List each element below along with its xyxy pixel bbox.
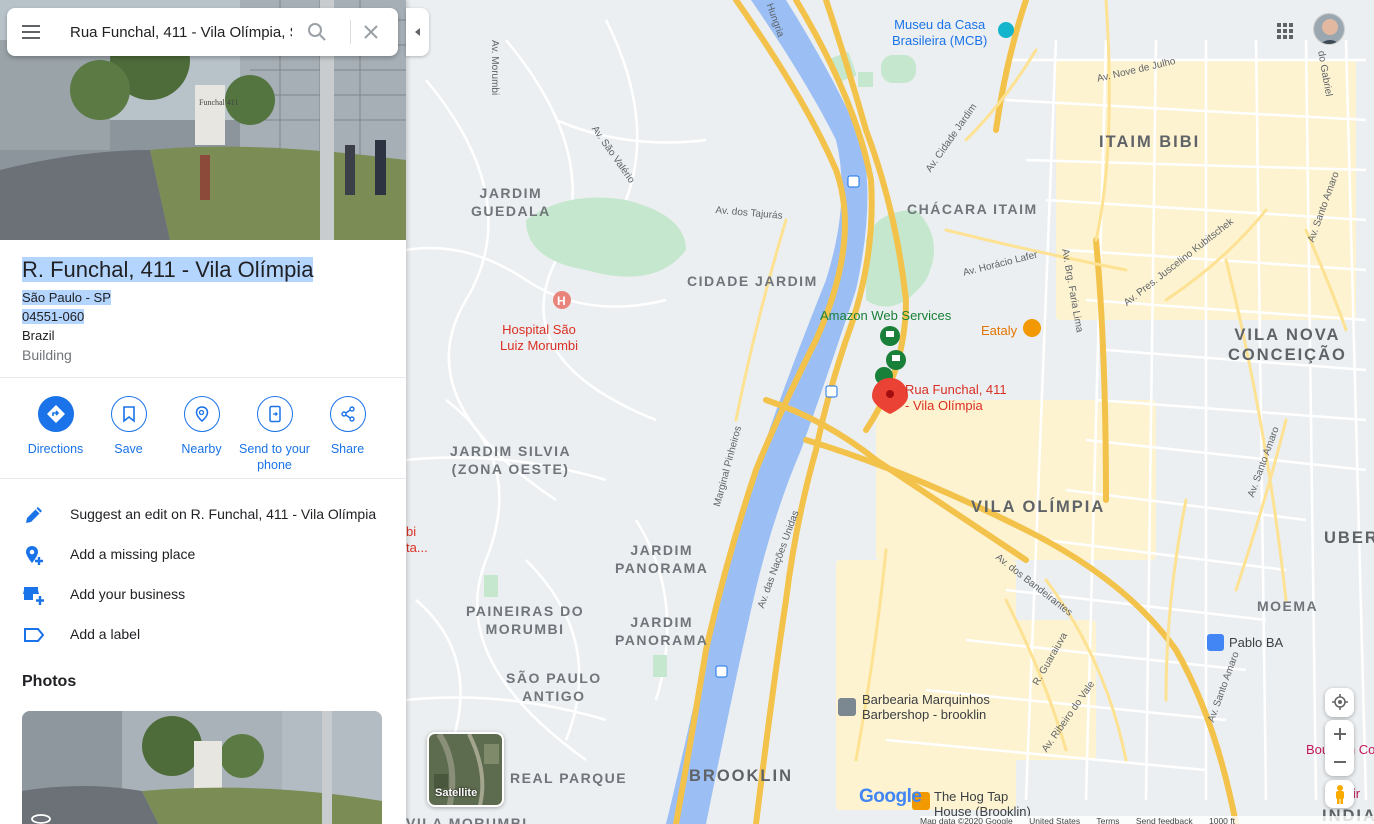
satellite-layer-button[interactable]: Satellite	[427, 732, 504, 807]
place-header: R. Funchal, 411 - Vila Olímpia São Paulo…	[22, 256, 392, 364]
minus-icon	[1333, 761, 1346, 763]
place-title: R. Funchal, 411 - Vila Olímpia	[22, 257, 314, 282]
add-label-label: Add a label	[70, 626, 141, 642]
label-icon	[24, 628, 45, 642]
send-to-phone-button[interactable]: Send to your phone	[238, 394, 311, 473]
share-icon	[340, 406, 355, 422]
add-missing-place-label: Add a missing place	[70, 546, 196, 562]
my-location-button[interactable]	[1325, 688, 1354, 716]
directions-icon	[46, 405, 65, 423]
add-business-row[interactable]: Add your business	[0, 575, 406, 615]
divider	[0, 478, 406, 479]
photos-heading: Photos	[22, 673, 77, 690]
menu-button[interactable]	[19, 20, 43, 44]
svg-text:H: H	[557, 294, 566, 308]
search-button[interactable]	[305, 20, 329, 44]
region-link[interactable]: United States	[1029, 816, 1080, 824]
add-business-icon	[23, 587, 44, 605]
terms-link[interactable]: Terms	[1096, 816, 1119, 824]
save-button[interactable]: Save	[92, 394, 165, 457]
map-footer: Map data ©2020 Google United States Term…	[920, 816, 1374, 824]
save-label: Save	[114, 442, 143, 456]
address-line-country: Brazil	[22, 328, 55, 343]
divider	[0, 377, 406, 378]
google-logo: Google	[859, 786, 922, 807]
caret-left-icon	[414, 28, 420, 36]
pencil-icon	[26, 507, 42, 523]
zoom-control	[1325, 720, 1354, 776]
address-line-city: São Paulo - SP	[22, 290, 111, 305]
add-label-row[interactable]: Add a label	[0, 615, 406, 655]
scale-label: 1000 ft	[1208, 816, 1235, 824]
directions-button[interactable]: Directions	[19, 394, 92, 457]
map-data-text: Map data ©2020 Google	[920, 816, 1013, 824]
hamburger-menu-icon	[22, 25, 40, 39]
pegman-control[interactable]	[1325, 780, 1354, 808]
clear-search-button[interactable]	[359, 20, 383, 44]
send-feedback-link[interactable]: Send feedback	[1136, 816, 1193, 824]
action-bar: Directions Save Nearby Send to your phon…	[18, 394, 388, 474]
photo-image	[22, 711, 382, 824]
zoom-in-button[interactable]	[1325, 720, 1354, 748]
search-box	[7, 8, 398, 56]
suggest-edit-row[interactable]: Suggest an edit on R. Funchal, 411 - Vil…	[0, 495, 406, 535]
place-panel: Funchal 411 Rua Funchal, 411 - Vila Olím…	[0, 0, 406, 824]
directions-label: Directions	[27, 442, 84, 456]
nearby-icon	[195, 406, 208, 422]
close-icon	[364, 25, 378, 39]
pegman-button[interactable]	[1325, 780, 1354, 808]
share-label: Share	[330, 442, 365, 456]
suggest-edit-label: Suggest an edit on R. Funchal, 411 - Vil…	[70, 506, 377, 522]
send-to-phone-label: Send to your phone	[239, 442, 310, 472]
apps-grid-button[interactable]	[1271, 17, 1299, 45]
my-location-control[interactable]	[1325, 688, 1354, 717]
building-sign: Funchal 411	[199, 98, 238, 107]
collapse-panel-button[interactable]	[406, 8, 429, 56]
plus-icon	[1333, 728, 1346, 740]
share-button[interactable]: Share	[311, 394, 384, 457]
add-business-label: Add your business	[70, 586, 186, 602]
search-divider	[350, 20, 351, 44]
nearby-button[interactable]: Nearby	[165, 394, 238, 457]
street-view-360-icon	[31, 814, 51, 824]
photo-thumbnail[interactable]	[22, 711, 382, 824]
add-missing-place-row[interactable]: Add a missing place	[0, 535, 406, 575]
account-avatar[interactable]	[1313, 13, 1345, 45]
bookmark-icon	[122, 406, 135, 423]
send-to-phone-icon	[268, 405, 281, 423]
add-place-icon	[26, 546, 43, 565]
pegman-icon	[1335, 785, 1344, 804]
place-type: Building	[22, 347, 72, 363]
search-input[interactable]	[70, 20, 292, 44]
zoom-out-button[interactable]	[1325, 748, 1354, 776]
my-location-icon	[1331, 694, 1348, 710]
search-icon	[308, 23, 326, 41]
apps-grid-icon	[1277, 23, 1293, 39]
map-canvas[interactable]: H JARDIM GUEDALA CIDADE JARDIM CHÁCARA I…	[406, 0, 1374, 824]
maps-app: H JARDIM GUEDALA CIDADE JARDIM CHÁCARA I…	[0, 0, 1374, 824]
nearby-label: Nearby	[181, 442, 222, 456]
map-graphic: H	[406, 0, 1368, 824]
satellite-label: Satellite	[435, 787, 478, 799]
address-line-postal: 04551-060	[22, 309, 85, 324]
